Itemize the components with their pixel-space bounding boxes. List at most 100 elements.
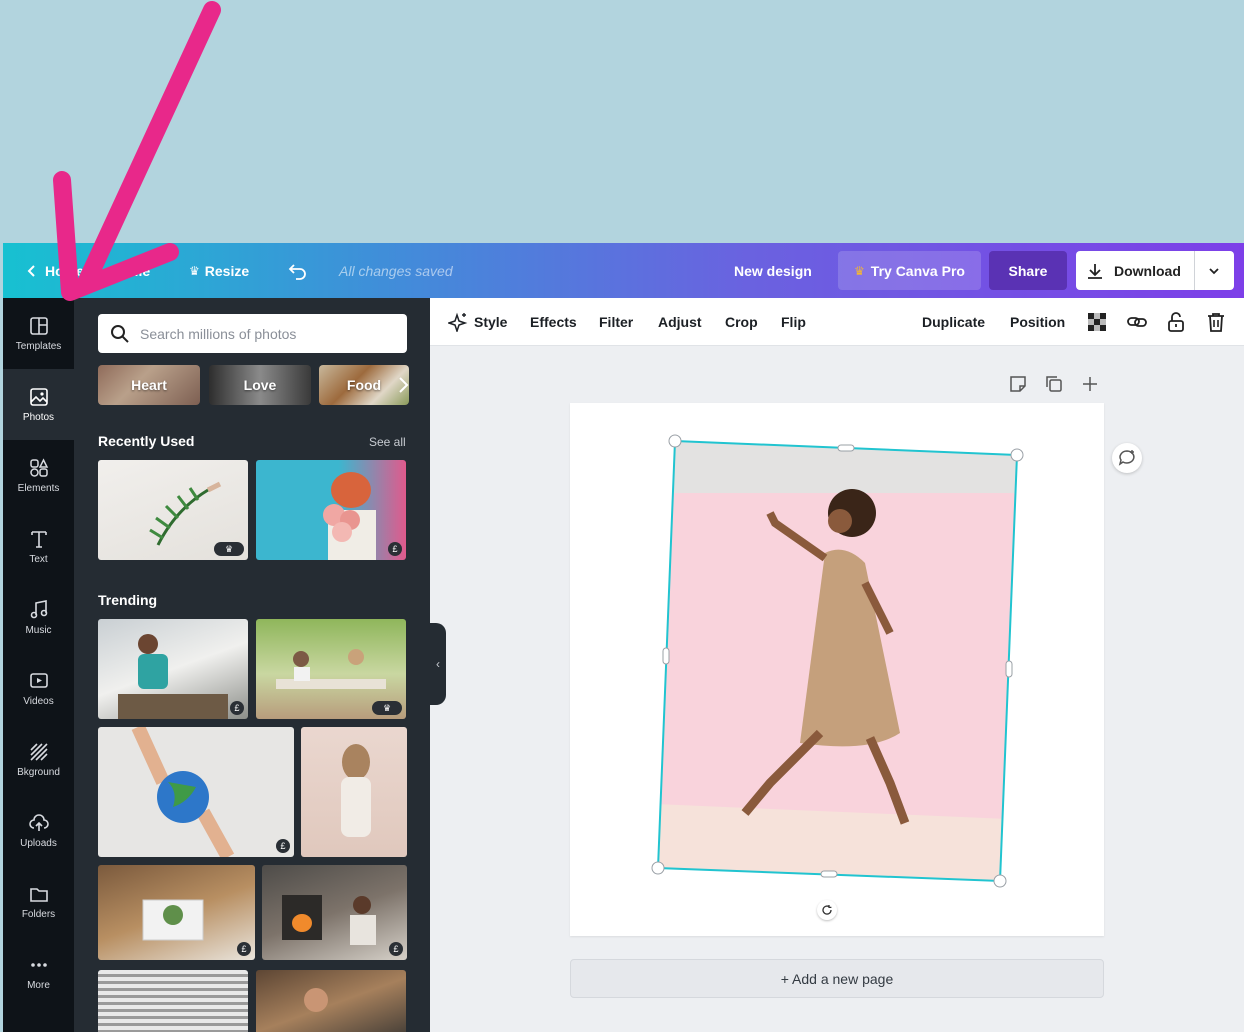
photo-thumb[interactable]: ♛ bbox=[256, 619, 406, 719]
transparency-icon[interactable] bbox=[1086, 311, 1108, 333]
style-button[interactable]: Style bbox=[448, 298, 507, 346]
duplicate-button[interactable]: Duplicate bbox=[922, 298, 985, 346]
photo-thumb[interactable]: £ bbox=[98, 865, 255, 960]
selected-image[interactable] bbox=[570, 403, 1104, 936]
collapse-panel-button[interactable]: ‹ bbox=[430, 623, 446, 705]
chip-food[interactable]: Food bbox=[319, 365, 409, 405]
photo-thumb[interactable]: £ bbox=[98, 727, 294, 857]
page-notes-icon[interactable] bbox=[1009, 375, 1027, 393]
chevron-left-icon bbox=[27, 264, 35, 277]
rotate-handle[interactable] bbox=[817, 900, 837, 920]
sidebar-item-videos[interactable]: Videos bbox=[3, 653, 74, 724]
trending-title: Trending bbox=[98, 592, 158, 608]
photo-thumb[interactable] bbox=[98, 970, 248, 1032]
sidebar-item-label: Photos bbox=[22, 412, 55, 423]
paid-badge: £ bbox=[388, 542, 402, 556]
adjust-button[interactable]: Adjust bbox=[658, 298, 702, 346]
sidebar-item-photos[interactable]: Photos bbox=[3, 369, 74, 440]
photo-thumb[interactable]: ♛ bbox=[98, 460, 248, 560]
trash-icon[interactable] bbox=[1205, 311, 1227, 333]
download-icon bbox=[1088, 263, 1102, 279]
duplicate-page-icon[interactable] bbox=[1045, 375, 1063, 393]
photos-panel: Search millions of photos Heart Love Foo… bbox=[74, 298, 430, 1032]
save-status: All changes saved bbox=[339, 262, 453, 279]
pro-badge: ♛ bbox=[214, 542, 244, 556]
top-bar: Home File ♛ Resize All changes saved New… bbox=[3, 243, 1244, 298]
sidebar-item-label: Bkground bbox=[17, 767, 60, 778]
design-title[interactable]: New design bbox=[734, 243, 812, 298]
sidebar-item-label: Uploads bbox=[20, 838, 57, 849]
chip-label: Food bbox=[346, 377, 382, 393]
photo-thumb[interactable] bbox=[256, 970, 406, 1032]
sidebar-item-templates[interactable]: Templates bbox=[3, 298, 74, 369]
photo-search-input[interactable]: Search millions of photos bbox=[98, 314, 407, 353]
lock-icon[interactable] bbox=[1165, 311, 1187, 333]
background-icon bbox=[29, 743, 48, 761]
paid-badge: £ bbox=[230, 701, 244, 715]
sidebar-item-label: Text bbox=[29, 554, 48, 565]
chip-label: Love bbox=[243, 377, 277, 393]
photos-icon bbox=[29, 388, 48, 406]
position-button[interactable]: Position bbox=[1010, 298, 1065, 346]
download-button[interactable]: Download bbox=[1076, 251, 1234, 290]
sidebar-item-uploads[interactable]: Uploads bbox=[3, 795, 74, 866]
templates-icon bbox=[29, 317, 48, 335]
sidebar-item-folders[interactable]: Folders bbox=[3, 866, 74, 937]
videos-icon bbox=[29, 673, 48, 688]
side-nav: Templates Photos Elements Text Music Vid… bbox=[3, 298, 74, 1032]
chip-love[interactable]: Love bbox=[209, 365, 311, 405]
see-all-link[interactable]: See all bbox=[369, 435, 406, 449]
share-button[interactable]: Share bbox=[989, 251, 1067, 290]
download-label: Download bbox=[1114, 262, 1181, 279]
photo-thumb[interactable]: £ bbox=[256, 460, 406, 560]
sidebar-item-label: Folders bbox=[21, 909, 56, 920]
fireplace-image bbox=[282, 895, 376, 945]
undo-button[interactable] bbox=[288, 243, 308, 298]
chevron-left-icon: ‹ bbox=[436, 657, 440, 671]
search-placeholder: Search millions of photos bbox=[140, 325, 297, 342]
add-new-page-button[interactable]: + Add a new page bbox=[570, 959, 1104, 998]
link-icon[interactable] bbox=[1126, 311, 1148, 333]
globe-hands-image bbox=[131, 727, 235, 857]
sidebar-item-background[interactable]: Bkground bbox=[3, 724, 74, 795]
style-label: Style bbox=[474, 314, 508, 330]
sidebar-item-text[interactable]: Text bbox=[3, 511, 74, 582]
home-label: Home bbox=[45, 262, 84, 279]
chevron-down-icon[interactable] bbox=[1204, 261, 1224, 281]
paid-badge: £ bbox=[237, 942, 251, 956]
photo-thumb[interactable] bbox=[301, 727, 407, 857]
effects-button[interactable]: Effects bbox=[530, 298, 577, 346]
sparkle-icon bbox=[448, 312, 468, 332]
sidebar-item-elements[interactable]: Elements bbox=[3, 440, 74, 511]
design-page[interactable] bbox=[570, 403, 1104, 936]
woman-back-image bbox=[341, 744, 371, 837]
chevron-right-icon[interactable] bbox=[397, 376, 409, 394]
sidebar-item-more[interactable]: More bbox=[3, 937, 74, 1008]
search-icon bbox=[111, 324, 129, 343]
home-button[interactable]: Home bbox=[25, 243, 84, 298]
add-page-icon[interactable] bbox=[1081, 375, 1099, 393]
add-comment-button[interactable] bbox=[1112, 443, 1142, 473]
flip-button[interactable]: Flip bbox=[781, 298, 806, 346]
elements-icon bbox=[29, 458, 48, 477]
crop-button[interactable]: Crop bbox=[725, 298, 758, 346]
barista-image bbox=[304, 988, 328, 1012]
image-edit-toolbar: Style Effects Filter Adjust Crop Flip Du… bbox=[430, 298, 1244, 346]
resize-label: Resize bbox=[204, 262, 250, 279]
crown-icon: ♛ bbox=[854, 263, 865, 278]
recently-used-title: Recently Used bbox=[98, 433, 195, 449]
chip-heart[interactable]: Heart bbox=[98, 365, 200, 405]
sidebar-item-label: Videos bbox=[23, 696, 54, 707]
photo-thumb[interactable]: £ bbox=[98, 619, 248, 719]
resize-button[interactable]: ♛ Resize bbox=[189, 243, 249, 298]
download-divider bbox=[1194, 251, 1195, 290]
photo-thumb[interactable]: £ bbox=[262, 865, 407, 960]
file-menu[interactable]: File bbox=[126, 243, 150, 298]
file-label: File bbox=[126, 262, 151, 279]
sidebar-item-music[interactable]: Music bbox=[3, 582, 74, 653]
try-pro-button[interactable]: ♛ Try Canva Pro bbox=[838, 251, 981, 290]
filter-button[interactable]: Filter bbox=[599, 298, 633, 346]
paid-badge: £ bbox=[389, 942, 403, 956]
pro-badge: ♛ bbox=[372, 701, 402, 715]
chip-label: Heart bbox=[131, 377, 167, 393]
